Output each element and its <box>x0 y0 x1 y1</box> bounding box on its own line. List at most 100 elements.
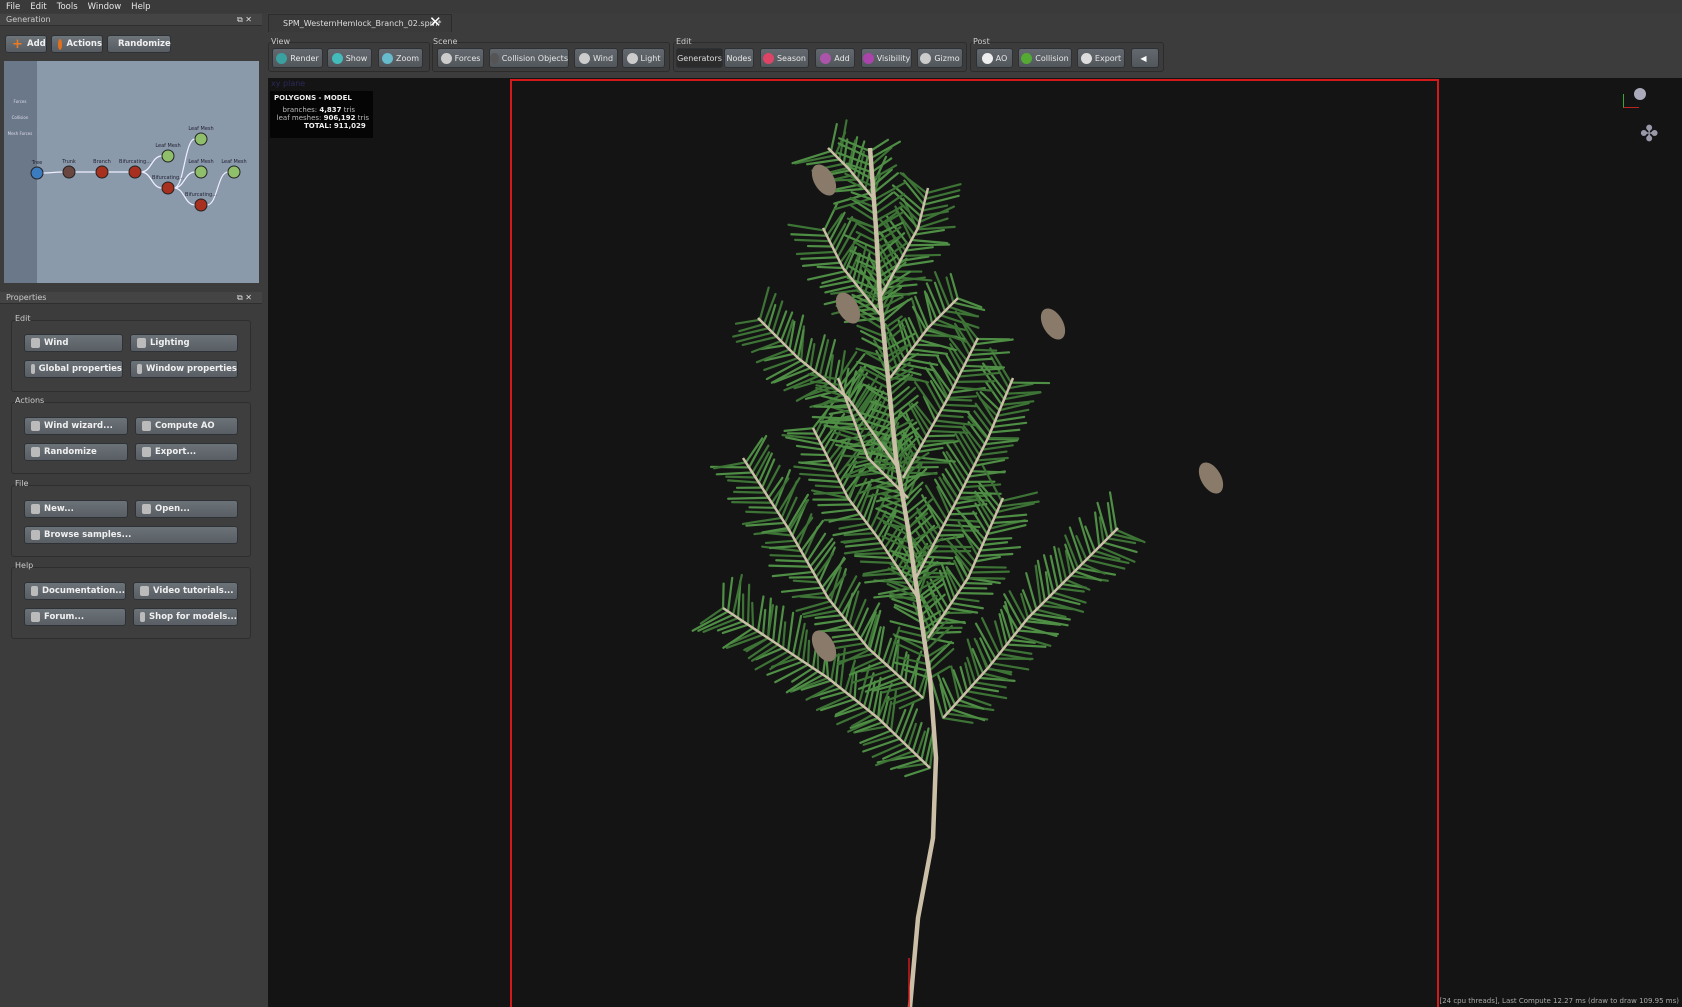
new-button[interactable]: New... <box>24 500 128 518</box>
needle <box>773 572 813 576</box>
forum-button[interactable]: Forum... <box>24 608 126 626</box>
graph-node-leaf[interactable] <box>195 133 207 145</box>
menu-bar: File Edit Tools Window Help <box>0 0 1682 13</box>
needle <box>752 603 753 628</box>
needle <box>1009 384 1033 388</box>
graph-node-branch[interactable] <box>129 166 141 178</box>
node-label: Bifurcating... <box>152 175 184 181</box>
button-label: Shop for models... <box>149 612 237 622</box>
button-label: Compute AO <box>155 421 215 431</box>
menu-help[interactable]: Help <box>131 2 150 12</box>
toolbar-light-button[interactable]: Light <box>622 48 665 68</box>
button-label: Add <box>834 54 850 63</box>
export-button[interactable]: Export... <box>135 443 238 461</box>
open-button[interactable]: Open... <box>135 500 238 518</box>
browse-samples-button[interactable]: Browse samples... <box>24 526 238 544</box>
needle <box>776 560 807 561</box>
3d-viewport[interactable]: xy plane POLYGONS - MODEL branches: 4,83… <box>268 78 1682 1007</box>
randomize-button[interactable]: Randomize <box>107 35 171 53</box>
menu-edit[interactable]: Edit <box>30 2 46 12</box>
toolbar-export-button[interactable]: Export <box>1077 48 1125 68</box>
toolbar-collision-objects-button[interactable]: Collision Objects <box>489 48 569 68</box>
node-label: Leaf Mesh <box>188 126 213 132</box>
actions-button[interactable]: Actions <box>51 35 103 53</box>
view-group-label: View <box>271 37 290 46</box>
toolbar-nodes-button[interactable]: Nodes <box>724 48 754 68</box>
toolbar-ao-button[interactable]: AO <box>976 48 1013 68</box>
graph-node-trunk[interactable] <box>63 166 75 178</box>
button-label: Export... <box>155 447 196 457</box>
button-label: Zoom <box>396 54 419 63</box>
compute-ao-button[interactable]: Compute AO <box>135 417 238 435</box>
scene-group-label: Scene <box>433 37 457 46</box>
close-tab-icon[interactable]: ✕ <box>429 13 442 31</box>
graph-node-leaf[interactable] <box>195 166 207 178</box>
menu-file[interactable]: File <box>6 2 20 12</box>
graph-node-leaf[interactable] <box>228 166 240 178</box>
wind-icon <box>31 338 40 348</box>
float-close-icons[interactable]: ⧉ ✕ <box>237 14 252 26</box>
needle <box>802 454 827 455</box>
wind-fan-icon[interactable]: ✤ <box>1640 122 1658 147</box>
wind-button[interactable]: Wind <box>24 334 123 352</box>
document-tab[interactable]: SPM_WesternHemlock_Branch_02.spm* ✕ <box>268 14 452 32</box>
pine-cone <box>1036 304 1070 343</box>
render-icon <box>276 53 287 64</box>
needle <box>843 456 868 458</box>
add-button[interactable]: + Add <box>5 35 47 53</box>
toolbar-gizmo-button[interactable]: Gizmo <box>917 48 963 68</box>
float-close-icons[interactable]: ⧉ ✕ <box>237 292 252 304</box>
menu-tools[interactable]: Tools <box>57 2 78 12</box>
button-label: Video tutorials... <box>153 586 234 596</box>
toolbar-generators-button[interactable]: Generators <box>676 48 723 68</box>
needle <box>855 556 891 558</box>
compute-ao-icon <box>142 421 151 431</box>
video-tutorials-button[interactable]: Video tutorials... <box>133 582 238 600</box>
needle <box>905 768 930 776</box>
side-tool-label[interactable]: Collision <box>12 115 29 120</box>
toolbar-back-button[interactable]: ◀ <box>1131 48 1159 68</box>
documentation-button[interactable]: Documentation... <box>24 582 126 600</box>
toolbar-render-button[interactable]: Render <box>272 48 323 68</box>
window-properties-button[interactable]: Window properties <box>130 360 238 378</box>
menu-window[interactable]: Window <box>88 2 122 12</box>
global-properties-button[interactable]: Global properties <box>24 360 123 378</box>
needle <box>993 423 1027 427</box>
node-label: Bifurcating... <box>185 192 217 198</box>
shop-for-models-button[interactable]: Shop for models... <box>133 608 238 626</box>
forces-magnet-icon <box>441 53 452 64</box>
button-label: Collision Objects <box>502 54 568 63</box>
needle <box>822 509 856 513</box>
needle <box>1007 645 1046 647</box>
wind-wizard-button[interactable]: Wind wizard... <box>24 417 128 435</box>
graph-node-branch[interactable] <box>162 182 174 194</box>
needle <box>816 486 843 488</box>
toolbar-wind-button[interactable]: Wind <box>574 48 618 68</box>
button-label: Global properties <box>39 364 122 374</box>
toolbar-season-button[interactable]: Season <box>760 48 809 68</box>
randomize-button[interactable]: Randomize <box>24 443 128 461</box>
toolbar-visibility-button[interactable]: Visibility <box>861 48 912 68</box>
collision-bomb-icon <box>490 53 499 64</box>
side-tool-label[interactable]: Mesh Forces <box>8 131 33 136</box>
light-sphere-icon[interactable] <box>1634 88 1646 100</box>
toolbar-add-button[interactable]: Add <box>815 48 855 68</box>
toolbar-collision-button[interactable]: Collision <box>1018 48 1072 68</box>
graph-node-branch[interactable] <box>96 166 108 178</box>
lighting-button[interactable]: Lighting <box>130 334 238 352</box>
toolbar-zoom-button[interactable]: Zoom <box>378 48 423 68</box>
node-label: Trunk <box>61 159 76 165</box>
toolbar-show-button[interactable]: Show <box>327 48 372 68</box>
node-graph[interactable]: Forces Collision Mesh Forces Tree Trunk Branc… <box>4 61 259 283</box>
side-tool-label[interactable]: Forces <box>14 99 27 104</box>
lighting-icon <box>137 338 146 348</box>
button-label: Nodes <box>726 54 751 63</box>
needle <box>955 598 979 601</box>
graph-node-leaf[interactable] <box>162 150 174 162</box>
toolbar-forces-button[interactable]: Forces <box>437 48 484 68</box>
needle <box>830 514 860 522</box>
graph-node-tree[interactable] <box>31 167 43 179</box>
graph-node-branch[interactable] <box>195 199 207 211</box>
needle <box>818 504 852 505</box>
needle <box>834 639 860 642</box>
